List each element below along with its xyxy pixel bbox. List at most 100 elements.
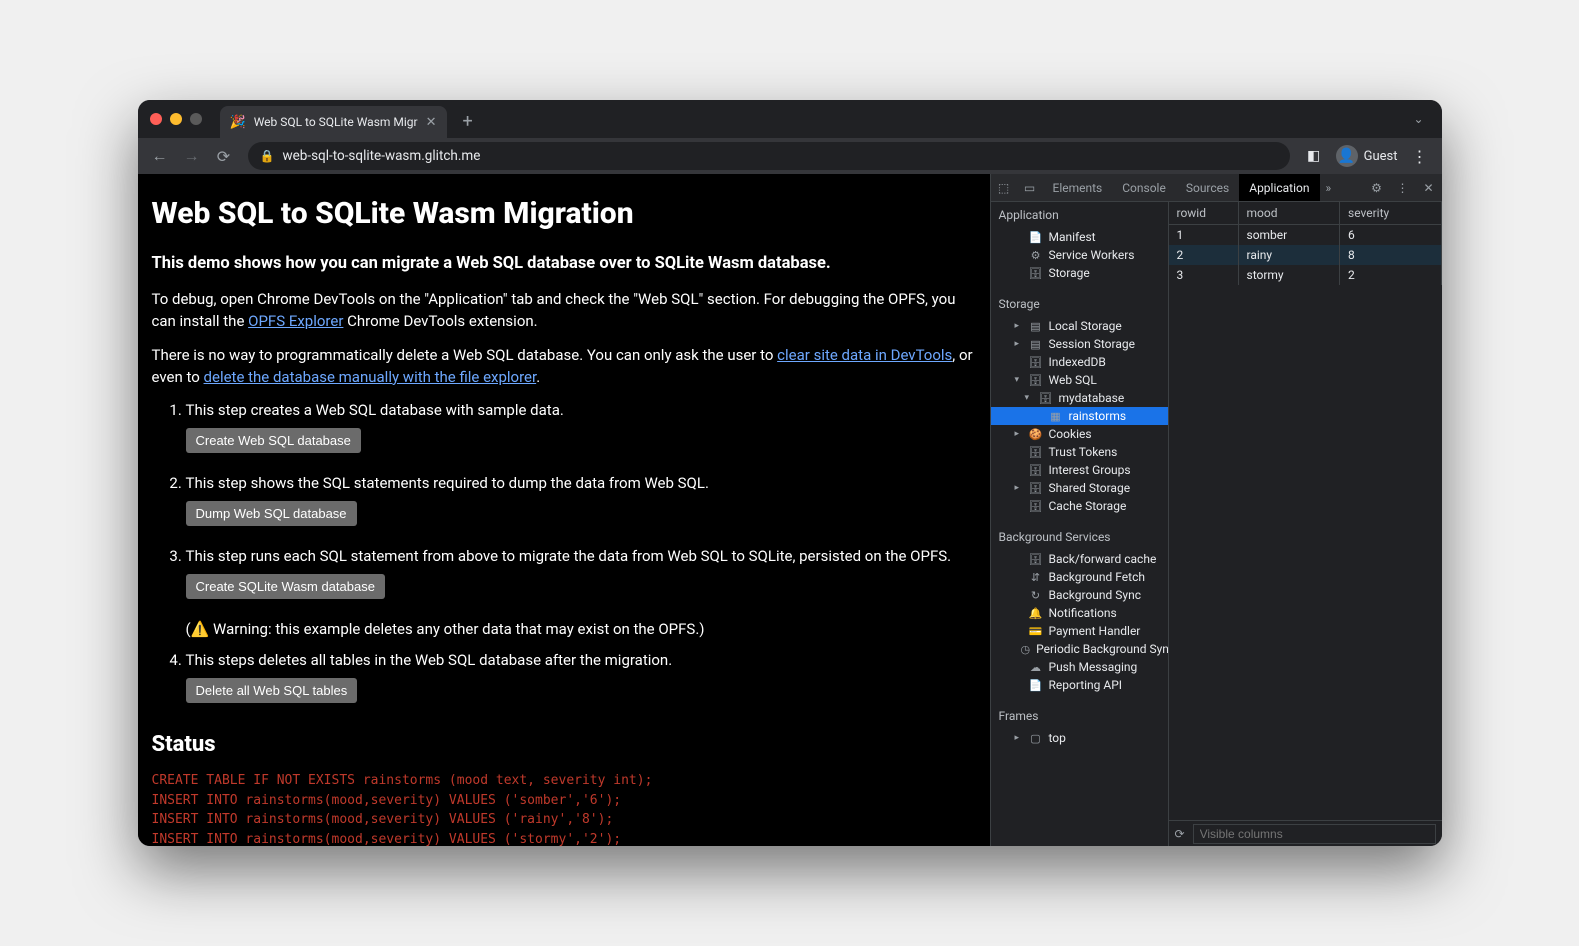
dump-websql-button[interactable]: Dump Web SQL database (186, 501, 357, 526)
inspect-element-icon[interactable]: ⬚ (991, 174, 1017, 201)
expand-arrow-icon: ▸ (1015, 339, 1023, 349)
storage-item-cookies[interactable]: ▸🍪Cookies (991, 425, 1168, 443)
devtools-tabbar: ⬚ ▭ ElementsConsoleSourcesApplication » … (991, 174, 1442, 202)
visible-columns-input[interactable] (1193, 824, 1436, 844)
storage-item-local-storage[interactable]: ▸▤Local Storage (991, 317, 1168, 335)
storage-item-trust-tokens[interactable]: 🗄Trust Tokens (991, 443, 1168, 461)
devtools-body: Application📄Manifest⚙Service Workers🗄Sto… (991, 202, 1442, 846)
tab-favicon: 🎉 (230, 115, 246, 130)
refresh-icon[interactable]: ⟳ (1175, 827, 1185, 841)
storage-item-interest-groups[interactable]: 🗄Interest Groups (991, 461, 1168, 479)
table-cell: somber (1239, 225, 1341, 245)
table-row[interactable]: 2rainy8 (1169, 245, 1442, 265)
address-bar[interactable]: 🔒 web-sql-to-sqlite-wasm.glitch.me (248, 142, 1290, 170)
tree-item-label: Back/forward cache (1049, 552, 1157, 566)
bg-item-notifications[interactable]: 🔔Notifications (991, 604, 1168, 622)
tree-item-label: Storage (1049, 266, 1090, 280)
app-item-service-workers[interactable]: ⚙Service Workers (991, 246, 1168, 264)
maximize-window-icon[interactable] (190, 113, 202, 125)
create-sqlite-wasm-button[interactable]: Create SQLite Wasm database (186, 574, 385, 599)
browser-window: 🎉 Web SQL to SQLite Wasm Migr ✕ + ⌄ ← → … (138, 100, 1442, 846)
bg-item-back-forward-cache[interactable]: 🗄Back/forward cache (991, 550, 1168, 568)
storage-item-cache-storage[interactable]: 🗄Cache Storage (991, 497, 1168, 515)
tree-item-icon: 🗄 (1039, 392, 1053, 405)
create-websql-button[interactable]: Create Web SQL database (186, 428, 361, 453)
expand-arrow-icon: ▸ (1015, 733, 1023, 743)
delete-db-manually-link[interactable]: delete the database manually with the fi… (204, 368, 537, 386)
intro-paragraph-2: There is no way to programmatically dele… (152, 345, 976, 389)
tree-item-label: Periodic Background Sync (1036, 642, 1168, 656)
delete-websql-tables-button[interactable]: Delete all Web SQL tables (186, 678, 358, 703)
minimize-window-icon[interactable] (170, 113, 182, 125)
tree-item-label: Cache Storage (1049, 499, 1127, 513)
table-cell: 3 (1169, 265, 1239, 285)
devtools-tab-console[interactable]: Console (1112, 174, 1176, 201)
devtools-settings-icon[interactable]: ⚙ (1364, 174, 1390, 201)
tree-item-label: Web SQL (1049, 373, 1097, 387)
app-item-manifest[interactable]: 📄Manifest (991, 228, 1168, 246)
col-mood[interactable]: mood (1239, 202, 1341, 224)
forward-button[interactable]: → (178, 142, 206, 170)
bg-item-push-messaging[interactable]: ☁Push Messaging (991, 658, 1168, 676)
col-rowid[interactable]: rowid (1169, 202, 1239, 224)
devtools-tab-application[interactable]: Application (1239, 174, 1319, 201)
tree-item-icon: ◷ (1021, 643, 1031, 656)
table-cell: 1 (1169, 225, 1239, 245)
storage-item-shared-storage[interactable]: ▸🗄Shared Storage (991, 479, 1168, 497)
devtools-more-tabs-icon[interactable]: » (1320, 174, 1338, 201)
devtools-menu-icon[interactable]: ⋮ (1390, 174, 1416, 201)
devtools-tab-elements[interactable]: Elements (1043, 174, 1113, 201)
close-tab-icon[interactable]: ✕ (426, 115, 437, 130)
tree-item-icon: 💳 (1029, 625, 1043, 638)
bg-item-payment-handler[interactable]: 💳Payment Handler (991, 622, 1168, 640)
storage-item-mydatabase[interactable]: ▾🗄mydatabase (991, 389, 1168, 407)
storage-item-session-storage[interactable]: ▸▤Session Storage (991, 335, 1168, 353)
col-severity[interactable]: severity (1340, 202, 1442, 224)
opfs-explorer-link[interactable]: OPFS Explorer (248, 312, 343, 330)
table-row[interactable]: 1somber6 (1169, 225, 1442, 245)
storage-item-web-sql[interactable]: ▾🗄Web SQL (991, 371, 1168, 389)
close-window-icon[interactable] (150, 113, 162, 125)
tree-item-icon: 🗄 (1029, 356, 1043, 369)
storage-item-indexeddb[interactable]: 🗄IndexedDB (991, 353, 1168, 371)
bg-item-background-fetch[interactable]: ⇵Background Fetch (991, 568, 1168, 586)
storage-item-rainstorms[interactable]: ▦rainstorms (991, 407, 1168, 425)
clear-site-data-link[interactable]: clear site data in DevTools (777, 346, 952, 364)
tree-item-icon: ⇵ (1029, 571, 1043, 584)
back-button[interactable]: ← (146, 142, 174, 170)
table-cell: 6 (1340, 225, 1442, 245)
browser-tab[interactable]: 🎉 Web SQL to SQLite Wasm Migr ✕ (220, 106, 447, 138)
step-3-warning: (⚠️ Warning: this example deletes any ot… (186, 619, 976, 641)
frames-item-top[interactable]: ▸▢top (991, 729, 1168, 747)
devtools-close-icon[interactable]: ✕ (1416, 174, 1442, 201)
table-cell: stormy (1239, 265, 1341, 285)
tree-item-label: Local Storage (1049, 319, 1122, 333)
expand-arrow-icon: ▸ (1015, 483, 1023, 493)
tree-item-icon: 🗄 (1029, 464, 1043, 477)
device-toolbar-icon[interactable]: ▭ (1017, 174, 1043, 201)
section-application: Application (991, 202, 1168, 228)
lock-icon: 🔒 (260, 149, 275, 163)
tree-item-label: Push Messaging (1049, 660, 1138, 674)
side-panel-icon[interactable]: ◧ (1300, 142, 1328, 170)
web-page: Web SQL to SQLite Wasm Migration This de… (138, 174, 990, 846)
reload-button[interactable]: ⟳ (210, 142, 238, 170)
tree-item-label: Trust Tokens (1049, 445, 1118, 459)
toolbar: ← → ⟳ 🔒 web-sql-to-sqlite-wasm.glitch.me… (138, 138, 1442, 174)
tree-item-icon: 🍪 (1029, 428, 1043, 441)
tree-item-icon: 🔔 (1029, 607, 1043, 620)
devtools-tab-sources[interactable]: Sources (1176, 174, 1239, 201)
devtools-main: rowidmoodseverity 1somber62rainy83stormy… (1169, 202, 1442, 846)
tab-list-chevron-icon[interactable]: ⌄ (1413, 112, 1429, 126)
expand-arrow-icon: ▾ (1025, 393, 1033, 403)
browser-menu-icon[interactable]: ⋮ (1406, 147, 1434, 166)
steps-list: This step creates a Web SQL database wit… (152, 400, 976, 713)
app-item-storage[interactable]: 🗄Storage (991, 264, 1168, 282)
bg-item-periodic-background-sync[interactable]: ◷ Periodic Background Sync (991, 640, 1168, 658)
new-tab-button[interactable]: + (463, 111, 473, 132)
tree-item-label: Cookies (1049, 427, 1092, 441)
bg-item-background-sync[interactable]: ↻Background Sync (991, 586, 1168, 604)
table-row[interactable]: 3stormy2 (1169, 265, 1442, 285)
bg-item-reporting-api[interactable]: 📄Reporting API (991, 676, 1168, 694)
profile-button[interactable]: 👤 Guest (1330, 145, 1404, 167)
